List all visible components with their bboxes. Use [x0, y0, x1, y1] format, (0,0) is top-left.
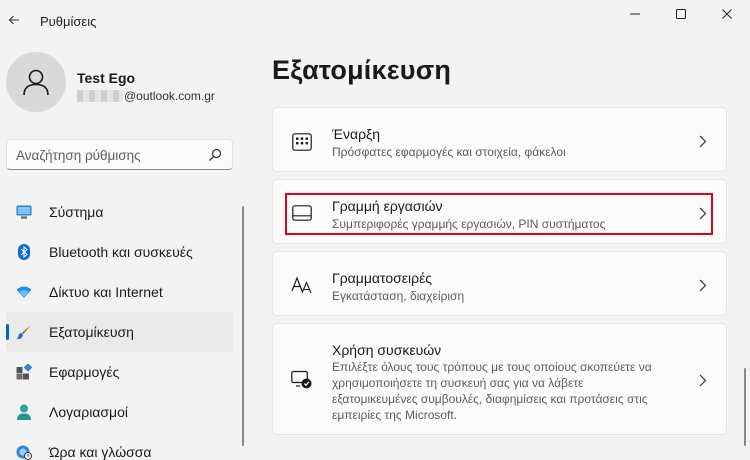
close-button[interactable]	[704, 0, 750, 28]
user-email-domain: @outlook.com.gr	[124, 89, 215, 103]
card-title: Χρήση συσκευών	[332, 342, 442, 358]
sidebar-item-label: Λογαριασμοί	[49, 404, 129, 420]
card-description-line: εξατομικευμένες συμβουλές, διαφημίσεις κ…	[332, 392, 648, 406]
sidebar-item-label: Bluetooth και συσκευές	[49, 244, 193, 260]
close-icon	[722, 9, 732, 19]
card-description: Πρόσφατες εφαρμογές και στοιχεία, φάκελο…	[332, 145, 566, 159]
chevron-right-icon	[697, 373, 709, 387]
active-indicator	[6, 324, 9, 340]
title-bar: Ρυθμίσεις	[0, 0, 750, 40]
sidebar-item-time-language[interactable]: Ώρα και γλώσσα	[6, 432, 233, 460]
card-start[interactable]: Έναρξη Πρόσφατες εφαρμογές και στοιχεία,…	[272, 107, 727, 172]
back-button[interactable]	[2, 6, 26, 34]
apps-icon	[16, 364, 32, 380]
device-usage-icon	[291, 369, 313, 391]
sidebar-item-accounts[interactable]: Λογαριασμοί	[6, 392, 233, 432]
bluetooth-icon	[16, 244, 32, 260]
card-title: Έναρξη	[332, 126, 381, 142]
brush-icon	[16, 324, 32, 340]
main-scrollbar[interactable]	[744, 368, 746, 446]
search-placeholder: Αναζήτηση ρύθμισης	[16, 148, 141, 163]
user-name: Test Ego	[77, 70, 136, 86]
sidebar-item-label: Σύστημα	[49, 204, 104, 220]
highlight-box	[285, 193, 713, 235]
sidebar-item-network[interactable]: Δίκτυο και Internet	[6, 272, 233, 312]
card-fonts[interactable]: Γραμματοσειρές Εγκατάσταση, διαχείριση	[272, 251, 727, 316]
sidebar-item-apps[interactable]: Εφαρμογές	[6, 352, 233, 392]
sidebar-item-bluetooth[interactable]: Bluetooth και συσκευές	[6, 232, 233, 272]
card-description-line: χρησιμοποιήσετε τη συσκευή σας για να λά…	[332, 376, 584, 390]
chevron-right-icon	[697, 134, 709, 148]
start-menu-icon	[291, 131, 313, 153]
sidebar-nav: Σύστημα Bluetooth και συσκευές Δίκτυο κα…	[6, 192, 233, 460]
fonts-icon	[291, 274, 313, 296]
email-redaction	[77, 90, 123, 102]
user-email: @outlook.com.gr	[77, 89, 215, 103]
app-title: Ρυθμίσεις	[40, 14, 97, 29]
minimize-button[interactable]	[612, 0, 658, 28]
globe-clock-icon	[16, 444, 32, 460]
sidebar-item-label: Εξατομίκευση	[49, 324, 134, 340]
card-description-line: εμπειρίες της Microsoft.	[332, 408, 458, 422]
sidebar-scrollbar[interactable]	[242, 206, 244, 446]
sidebar-item-label: Ώρα και γλώσσα	[49, 444, 152, 460]
card-description-line: Επιλέξτε όλους τους τρόπους με τους οποί…	[332, 360, 652, 374]
sidebar-item-system[interactable]: Σύστημα	[6, 192, 233, 232]
chevron-right-icon	[697, 278, 709, 292]
sidebar-item-label: Εφαρμογές	[49, 364, 120, 380]
avatar[interactable]	[6, 52, 66, 112]
person-icon	[16, 404, 32, 420]
minimize-icon	[630, 13, 640, 15]
maximize-button[interactable]	[658, 0, 704, 28]
card-description: Επιλέξτε όλους τους τρόπους με τους οποί…	[332, 359, 652, 423]
card-description: Εγκατάσταση, διαχείριση	[332, 289, 465, 303]
sidebar-item-personalization[interactable]: Εξατομίκευση	[6, 312, 233, 352]
system-icon	[16, 204, 32, 220]
maximize-icon	[676, 9, 686, 19]
card-device-usage[interactable]: Χρήση συσκευών Επιλέξτε όλους τους τρόπο…	[272, 323, 727, 435]
wifi-icon	[16, 284, 32, 300]
search-icon	[209, 148, 222, 161]
card-title: Γραμματοσειρές	[332, 270, 433, 286]
back-arrow-icon	[8, 15, 19, 25]
person-placeholder-icon	[23, 69, 49, 96]
search-input[interactable]: Αναζήτηση ρύθμισης	[6, 139, 233, 170]
sidebar-item-label: Δίκτυο και Internet	[49, 284, 163, 300]
page-title: Εξατομίκευση	[272, 55, 452, 85]
